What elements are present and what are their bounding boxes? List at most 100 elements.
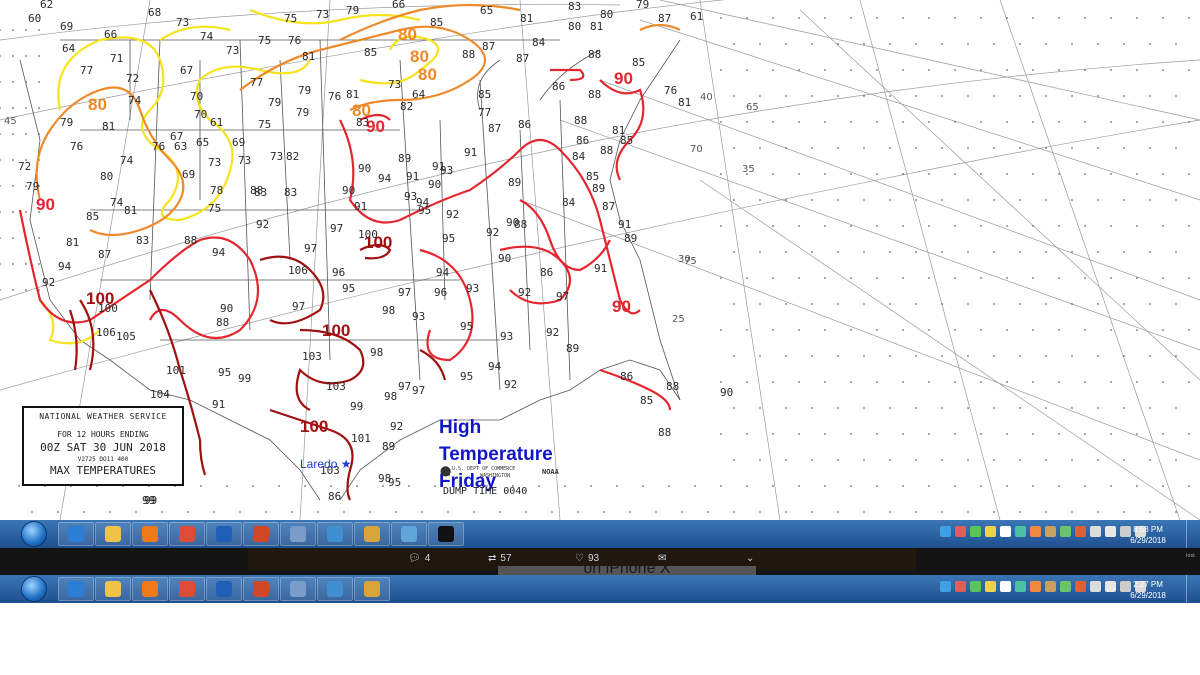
grid-dot [720,381,722,383]
taskbar-app-button[interactable] [243,577,279,601]
tray-icon[interactable] [1030,581,1041,592]
grid-dot [1188,17,1190,19]
grid-dot [889,251,891,253]
taskbar-app-button[interactable] [206,577,242,601]
tray-icon[interactable] [1000,526,1011,537]
start-button[interactable] [22,522,46,546]
taskbar-app-button[interactable] [132,577,168,601]
taskbar-clock[interactable]: 2:27 PM 6/29/2018 [1118,579,1178,601]
tray-icon[interactable] [970,526,981,537]
taskbar-app-button[interactable] [206,522,242,546]
grid-dot [993,95,995,97]
tray-icon[interactable] [940,526,951,537]
taskbar-app-button[interactable] [95,522,131,546]
grid-dot [889,43,891,45]
folder-icon [105,581,121,597]
station-value: 98 [370,346,383,359]
grid-dot [954,329,956,331]
tray-icon[interactable] [1015,581,1026,592]
tray-icon[interactable] [955,526,966,537]
taskbar-app-button[interactable] [95,577,131,601]
tray-icon[interactable] [1000,581,1011,592]
tray-icon[interactable] [1015,526,1026,537]
station-value: 91 [618,218,631,231]
clock-date: 6/29/2018 [1130,536,1166,545]
station-value: 97 [330,222,343,235]
taskbar-apps [58,522,465,546]
grid-dot [785,511,787,513]
grid-dot [265,511,267,513]
taskbar-app-button[interactable] [280,522,316,546]
tray-icon[interactable] [985,526,996,537]
station-value: 87 [602,200,615,213]
grid-dot [980,121,982,123]
taskbar-app-button[interactable] [354,522,390,546]
tray-icon[interactable] [955,581,966,592]
taskbar-app-button[interactable] [58,522,94,546]
station-value: 74 [128,94,142,107]
grid-dot [1032,329,1034,331]
taskbar-app-button[interactable] [58,577,94,601]
grid-dot [1149,147,1151,149]
taskbar-app-button[interactable] [169,577,205,601]
taskbar-app-button[interactable] [428,522,464,546]
grid-dot [1097,199,1099,201]
tray-icon[interactable] [1090,581,1101,592]
station-value: 76 [288,34,301,47]
grid-dot [746,17,748,19]
tray-icon[interactable] [970,581,981,592]
station-value: 63 [174,140,187,153]
flag-icon[interactable] [1105,581,1116,592]
station-value: 85 [632,56,645,69]
grid-dot [1188,329,1190,331]
station-value: 89 [592,182,605,195]
taskbar-app-button[interactable] [317,577,353,601]
station-value: 73 [226,44,239,57]
taskbar-app-button[interactable] [169,522,205,546]
station-value: 70 [190,90,203,103]
tray-icon[interactable] [1045,581,1056,592]
tray-icon[interactable] [1045,526,1056,537]
tray-icon[interactable] [1060,581,1071,592]
station-value: 103 [326,380,346,393]
station-value: 95 [442,232,455,245]
grid-dot [1045,459,1047,461]
grid-dot [1136,277,1138,279]
taskbar-app-button[interactable] [391,522,427,546]
show-desktop-button[interactable] [1186,520,1200,548]
show-desktop-button[interactable] [1186,575,1200,603]
grid-dot [837,407,839,409]
station-value: 106 [288,264,308,277]
flag-icon[interactable] [1105,526,1116,537]
taskbar-app-button[interactable] [354,577,390,601]
tray-icon[interactable] [1030,526,1041,537]
grid-dot [25,211,27,213]
grid-dot [1162,277,1164,279]
grid-dot [1110,69,1112,71]
tray-icon[interactable] [985,581,996,592]
grid-dot [330,485,332,487]
tray-icon[interactable] [1075,581,1086,592]
taskbar-app-button[interactable] [280,577,316,601]
taskbar-app-button[interactable] [132,522,168,546]
grid-dot [967,251,969,253]
grid-dot [1019,95,1021,97]
taskbar-app-button[interactable] [243,522,279,546]
grid-dot [1045,407,1047,409]
tray-icon[interactable] [940,581,951,592]
retweet-icon: ⇄ [488,553,497,564]
grid-dot [850,173,852,175]
grid-dot [889,95,891,97]
latitude-label: 65 [746,102,759,113]
reply-button[interactable]: 💬︎ 4 [408,549,430,569]
taskbar-app-button[interactable] [317,522,353,546]
taskbar-clock[interactable]: 8:58 PM 6/29/2018 [1118,524,1178,546]
grid-dot [1071,511,1073,513]
station-value: 73 [316,8,329,21]
tray-icon[interactable] [1090,526,1101,537]
tray-icon[interactable] [1075,526,1086,537]
start-button[interactable] [22,577,46,601]
station-value: 94 [212,246,226,259]
tray-icon[interactable] [1060,526,1071,537]
grid-dot [1175,251,1177,253]
